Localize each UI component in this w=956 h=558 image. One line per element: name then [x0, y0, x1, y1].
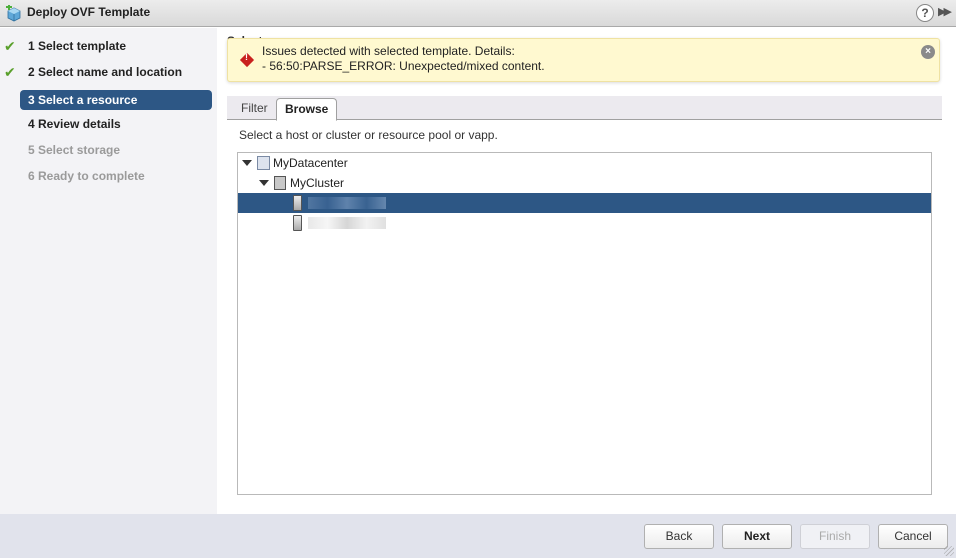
tab-bar: Filter Browse [227, 96, 942, 121]
resize-grip-icon[interactable] [944, 546, 954, 556]
datacenter-icon [257, 156, 270, 170]
checkmark-icon: ✔ [4, 64, 16, 80]
step-select-name-and-location[interactable]: 2 Select name and location [20, 62, 212, 82]
step-select-template[interactable]: 1 Select template [20, 36, 212, 56]
window-title: Deploy OVF Template [27, 5, 151, 19]
resource-tree[interactable]: MyDatacenter MyCluster [237, 152, 932, 495]
next-button[interactable]: Next [722, 524, 792, 549]
expand-arrow-icon[interactable] [259, 180, 269, 186]
footer-bar: Back Next Finish Cancel [0, 514, 956, 558]
instruction-text: Select a host or cluster or resource poo… [239, 128, 498, 142]
alert-message-line1: Issues detected with selected template. … [262, 44, 515, 58]
step-review-details[interactable]: 4 Review details [20, 114, 212, 134]
cancel-button[interactable]: Cancel [878, 524, 948, 549]
host-label-redacted [308, 197, 386, 209]
checkmark-icon: ✔ [4, 38, 16, 54]
step-ready-to-complete: 6 Ready to complete [28, 169, 145, 183]
host-icon [293, 195, 302, 211]
host-icon [293, 215, 302, 231]
step-select-storage: 5 Select storage [28, 143, 121, 157]
title-bar: Deploy OVF Template ? ▶▶ [0, 0, 956, 27]
alert-message-line2: - 56:50:PARSE_ERROR: Unexpected/mixed co… [262, 59, 545, 73]
datacenter-label: MyDatacenter [273, 156, 348, 170]
expand-icon[interactable]: ▶▶ [938, 5, 952, 18]
tab-browse[interactable]: Browse [276, 98, 338, 121]
tab-filter[interactable]: Filter [233, 98, 276, 120]
tree-node-host[interactable] [238, 213, 931, 233]
wizard-steps-sidebar: ✔ 1 Select template ✔ 2 Select name and … [0, 28, 217, 514]
cluster-label: MyCluster [290, 176, 345, 190]
tree-node-host[interactable] [238, 193, 931, 213]
help-icon[interactable]: ? [916, 4, 934, 22]
finish-button: Finish [800, 524, 870, 549]
tree-node-datacenter[interactable]: MyDatacenter [238, 153, 931, 173]
main-panel: Select a resource ! Issues detected with… [217, 28, 956, 514]
step-select-a-resource[interactable]: 3 Select a resource [20, 90, 212, 110]
error-alert: ! Issues detected with selected template… [227, 38, 940, 82]
back-button[interactable]: Back [644, 524, 714, 549]
expand-arrow-icon[interactable] [242, 160, 252, 166]
tree-node-cluster[interactable]: MyCluster [238, 173, 931, 193]
cluster-icon [274, 176, 286, 190]
error-icon-glyph: ! [245, 52, 248, 62]
ovf-template-icon [6, 5, 21, 22]
close-alert-icon[interactable]: × [921, 45, 935, 59]
host-label-redacted [308, 217, 386, 229]
